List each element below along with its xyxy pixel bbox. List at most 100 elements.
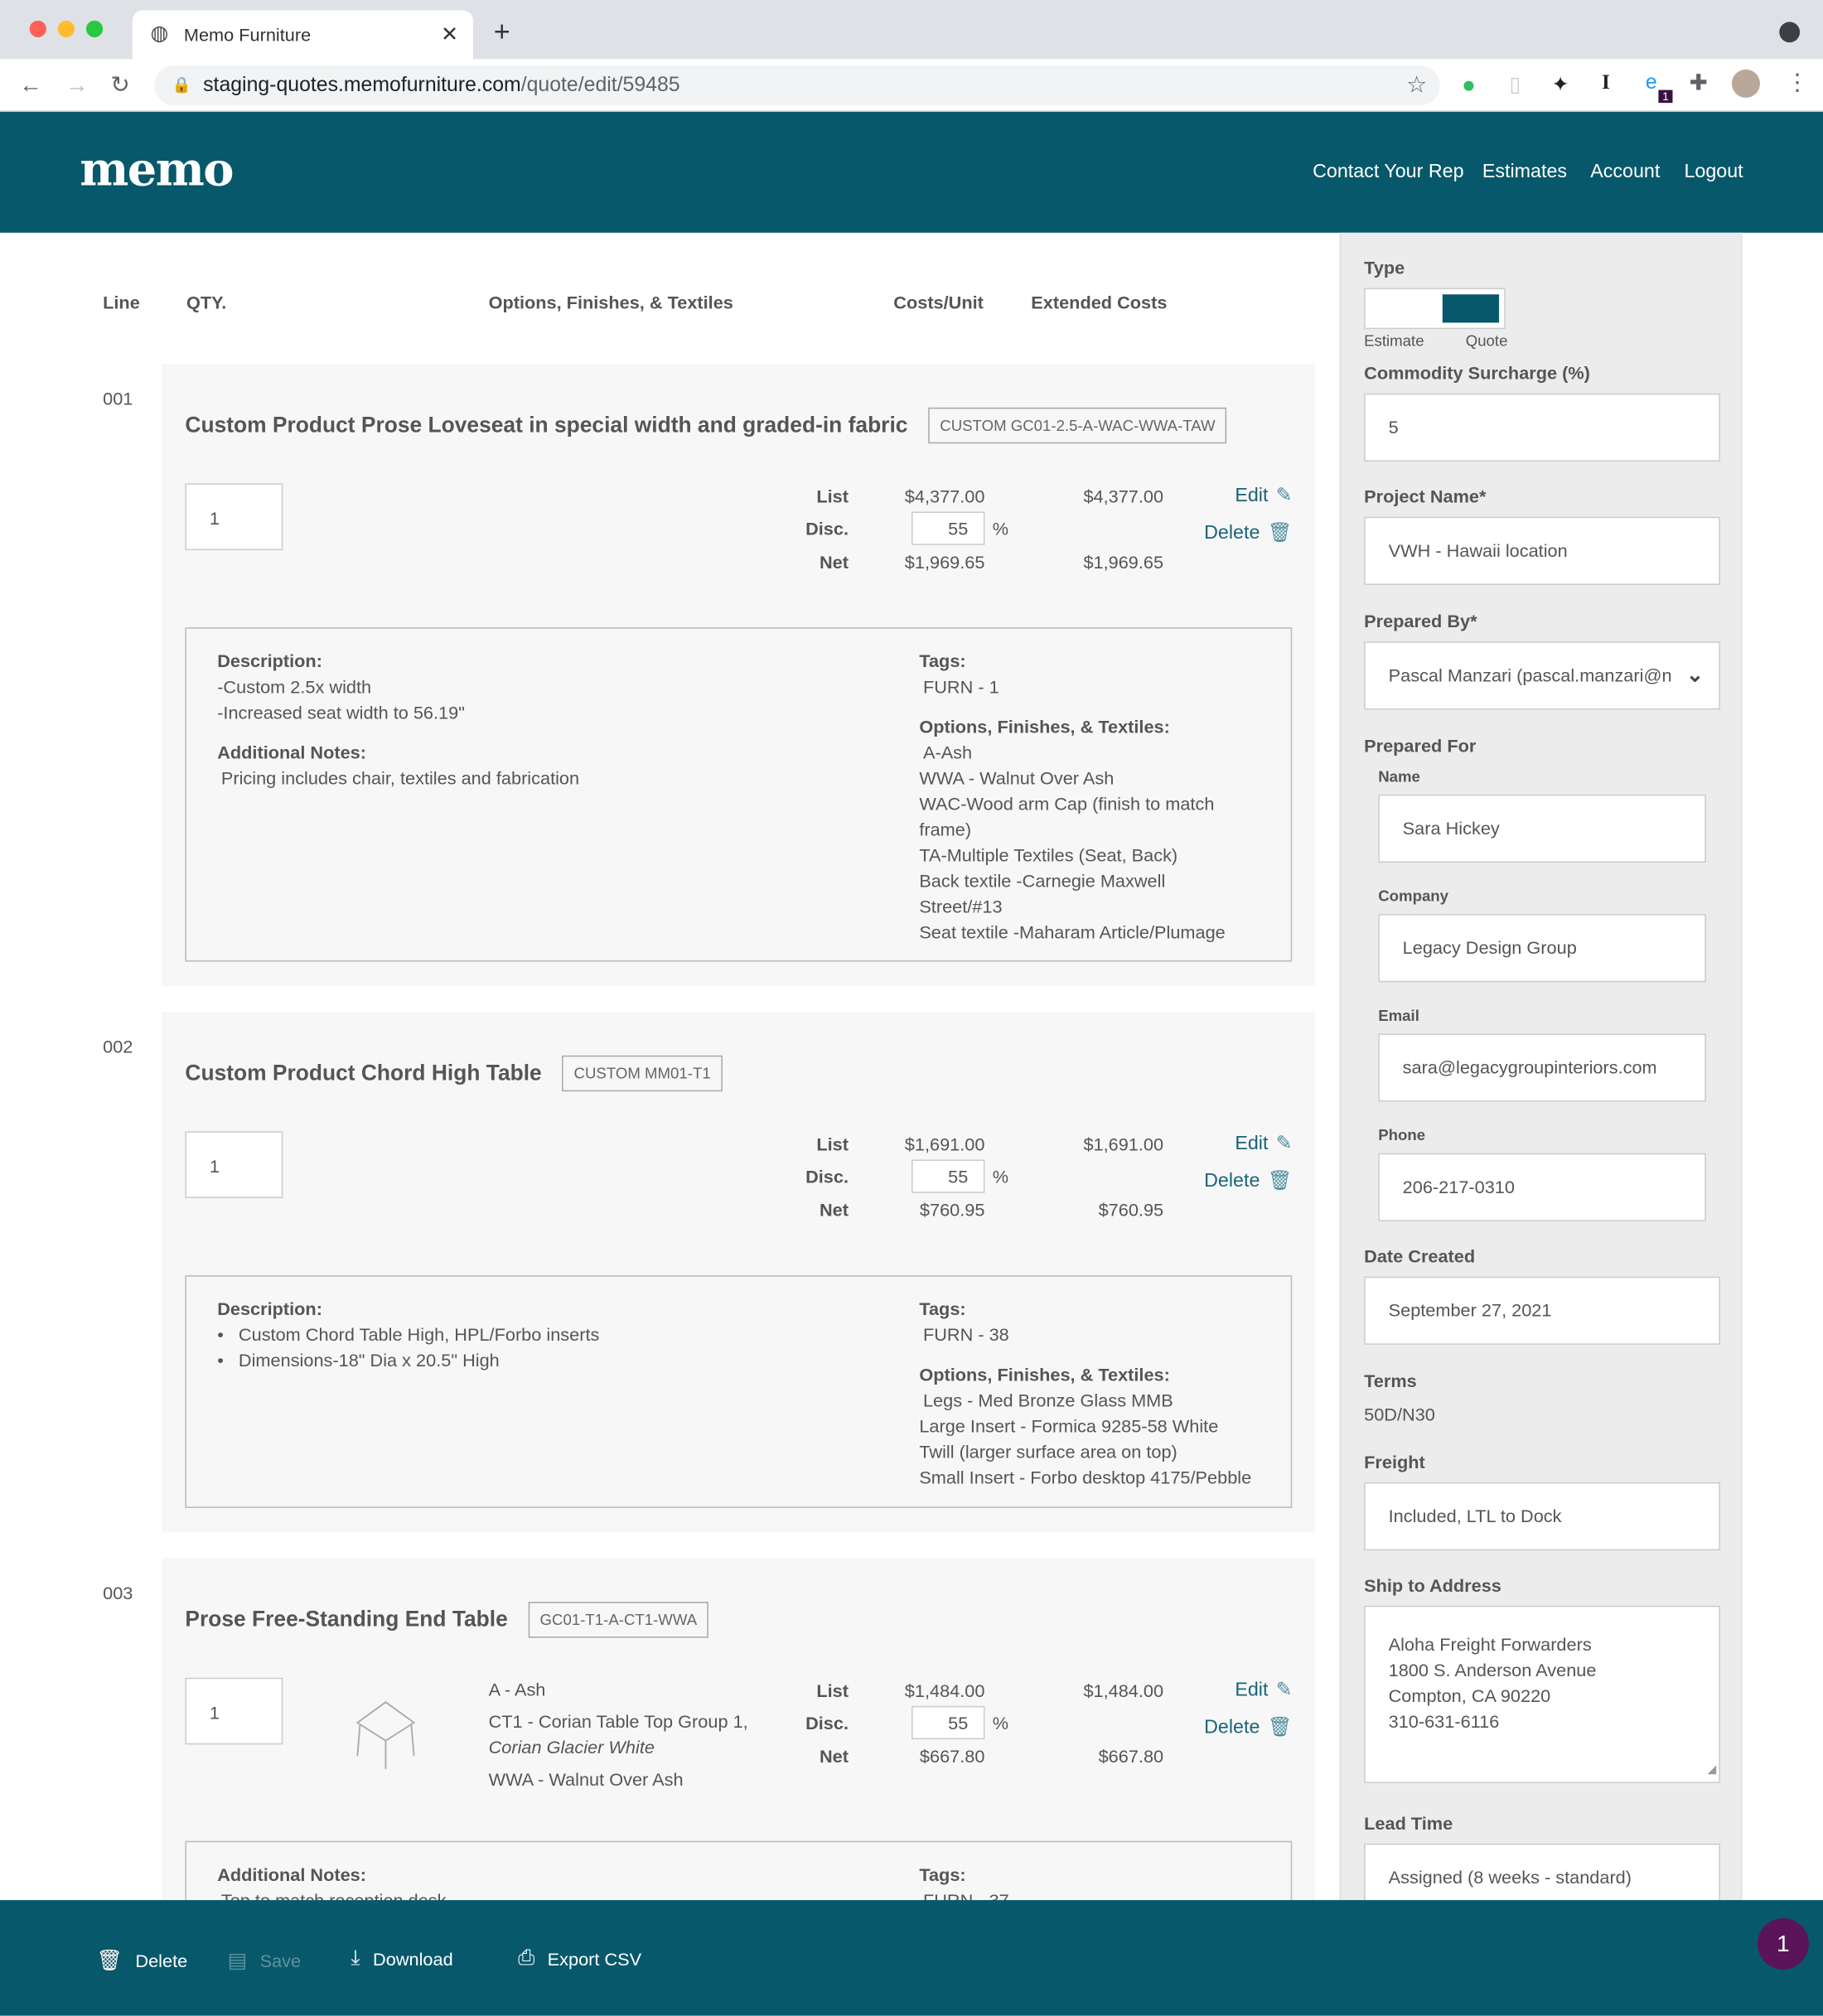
sku-badge: CUSTOM GC01-2.5-A-WAC-WWA-TAW — [928, 407, 1227, 444]
quantity-input[interactable]: 1 — [185, 1131, 283, 1198]
tags-label: Tags: — [919, 1864, 966, 1885]
extension-icon[interactable]: e — [1646, 72, 1657, 95]
company-input[interactable]: Legacy Design Group — [1378, 914, 1706, 983]
project-name-label: Project Name* — [1364, 486, 1487, 507]
evernote-icon[interactable]: ● — [1462, 72, 1476, 99]
item-title: Prose Free-Standing End Table GC01-T1-A-C… — [185, 1602, 709, 1638]
option-line: WWA - Walnut Over Ash — [919, 767, 1115, 789]
delete-button[interactable]: Delete 🗑 — [1204, 1168, 1292, 1192]
freight-input[interactable]: Included, LTL to Dock — [1364, 1482, 1720, 1551]
net-extended-cost: $667.80 — [1098, 1745, 1164, 1767]
trash-icon: 🗑 — [96, 1950, 123, 1973]
nav-logout[interactable]: Logout — [1684, 161, 1743, 182]
edit-label: Edit — [1235, 484, 1269, 506]
edit-button[interactable]: Edit ✎ — [1235, 1131, 1292, 1154]
option-line: WAC-Wood arm Cap (finish to match — [919, 793, 1215, 815]
discount-input[interactable]: 55 — [912, 1159, 985, 1193]
extension-badge: 1 — [1658, 89, 1673, 104]
export-csv-button[interactable]: ⎙ Export CSV — [518, 1948, 641, 1971]
menu-kebab-icon[interactable]: ⋮ — [1786, 70, 1809, 97]
edit-label: Edit — [1235, 1678, 1269, 1700]
chat-badge-button[interactable]: 1 — [1757, 1917, 1809, 1970]
memo-logo[interactable]: memo — [80, 143, 234, 196]
phone-label: Phone — [1378, 1126, 1426, 1144]
type-option-estimate[interactable]: Estimate — [1364, 331, 1424, 350]
address-line: Compton, CA 90220 — [1388, 1685, 1551, 1706]
line-item: Custom Product Chord High Table CUSTOM MM… — [162, 1012, 1316, 1533]
edit-label: Edit — [1235, 1132, 1269, 1154]
name-input[interactable]: Sara Hickey — [1378, 794, 1706, 863]
close-tab-icon[interactable]: ✕ — [441, 22, 458, 47]
project-name-input[interactable]: VWH - Hawaii location — [1364, 516, 1720, 585]
maximize-window-button[interactable] — [85, 20, 104, 37]
browser-tab[interactable]: ◍ Memo Furniture ✕ — [132, 10, 473, 60]
new-tab-button[interactable]: + — [494, 16, 510, 49]
option-line: Corian Glacier White — [488, 1737, 655, 1757]
option-line: Small Insert - Forbo desktop 4175/Pebble — [919, 1467, 1252, 1488]
date-created-input[interactable]: September 27, 2021 — [1364, 1276, 1720, 1345]
delete-label: Delete — [1204, 1169, 1260, 1192]
profile-avatar[interactable] — [1731, 69, 1761, 98]
list-unit-cost: $1,691.00 — [904, 1134, 985, 1155]
type-option-quote[interactable]: Quote — [1466, 331, 1508, 350]
download-button[interactable]: ⤓ Download — [351, 1948, 453, 1971]
puzzle-extensions-icon[interactable]: ✚ — [1690, 70, 1708, 96]
list-extended-cost: $1,484.00 — [1083, 1680, 1164, 1701]
nav-account[interactable]: Account — [1590, 161, 1660, 182]
close-window-button[interactable] — [29, 20, 46, 37]
edit-button[interactable]: Edit ✎ — [1235, 1678, 1292, 1700]
option-line: Street/#13 — [919, 896, 1003, 917]
bookmark-extension-icon[interactable]: ▯ — [1509, 72, 1521, 98]
ship-address-label: Ship to Address — [1364, 1574, 1501, 1596]
net-unit-cost: $1,969.65 — [904, 551, 985, 573]
delete-button[interactable]: Delete 🗑 — [1204, 1715, 1292, 1738]
discount-input[interactable]: 55 — [912, 511, 985, 545]
column-header-extended: Extended Costs — [1031, 292, 1168, 313]
option-line: Twill (larger surface area on top) — [919, 1441, 1177, 1462]
trash-icon: 🗑 — [1267, 1716, 1293, 1738]
export-csv-label: Export CSV — [547, 1949, 642, 1970]
end-table-image — [355, 1701, 416, 1769]
forward-icon[interactable]: → — [65, 72, 89, 98]
tab-search-icon[interactable] — [1779, 22, 1801, 43]
percent-label: % — [992, 1166, 1009, 1187]
resize-handle-icon[interactable]: ◢ — [1708, 1756, 1717, 1782]
save-button[interactable]: ▤ Save — [228, 1948, 302, 1974]
phone-input[interactable]: 206-217-0310 — [1378, 1153, 1706, 1221]
prepared-by-value: Pascal Manzari (pascal.manzari@n — [1388, 665, 1672, 685]
minimize-window-button[interactable] — [57, 20, 75, 37]
list-unit-cost: $1,484.00 — [904, 1680, 985, 1701]
nav-contact-rep[interactable]: Contact Your Rep — [1313, 161, 1463, 182]
quantity-input[interactable]: 1 — [185, 483, 283, 551]
reload-icon[interactable]: ↻ — [110, 72, 129, 98]
delete-label: Delete — [1204, 521, 1260, 544]
disc-label: Disc. — [805, 1712, 849, 1733]
save-icon: ▤ — [227, 1950, 248, 1973]
prepared-for-label: Prepared For — [1364, 735, 1477, 757]
email-input[interactable]: sara@legacygroupinteriors.com — [1378, 1033, 1706, 1102]
address-line: Aloha Freight Forwarders — [1388, 1633, 1592, 1655]
address-bar[interactable]: 🔒 staging-quotes.memofurniture.com/quote… — [154, 65, 1440, 106]
option-line: TA-Multiple Textiles (Seat, Back) — [919, 844, 1178, 866]
edit-icon: ✎ — [1275, 484, 1293, 507]
discount-input[interactable]: 55 — [912, 1705, 985, 1740]
surcharge-input[interactable]: 5 — [1364, 393, 1720, 462]
line-item: Custom Product Prose Loveseat in special… — [162, 364, 1316, 987]
type-toggle[interactable] — [1364, 288, 1506, 330]
prepared-by-select[interactable]: Pascal Manzari (pascal.manzari@n ⌄ — [1364, 641, 1720, 710]
ship-address-textarea[interactable]: Aloha Freight Forwarders 1800 S. Anderso… — [1364, 1605, 1720, 1783]
freight-label: Freight — [1364, 1451, 1425, 1472]
back-icon[interactable]: ← — [19, 72, 42, 98]
line-number: 003 — [103, 1582, 133, 1603]
nav-estimates[interactable]: Estimates — [1482, 161, 1567, 182]
edit-button[interactable]: Edit ✎ — [1235, 483, 1292, 506]
save-label: Save — [259, 1950, 302, 1971]
delete-quote-button[interactable]: 🗑 Delete — [96, 1948, 187, 1974]
pin-extension-icon[interactable]: ✦ — [1552, 72, 1569, 98]
delete-button[interactable]: Delete 🗑 — [1204, 520, 1292, 544]
quantity-input[interactable]: 1 — [185, 1677, 283, 1745]
chevron-down-icon: ⌄ — [1685, 665, 1704, 687]
bookmark-star-icon[interactable]: ☆ — [1406, 65, 1427, 105]
sku-badge: GC01-T1-A-CT1-WWA — [528, 1602, 709, 1638]
text-extension-icon[interactable]: I — [1602, 72, 1610, 95]
